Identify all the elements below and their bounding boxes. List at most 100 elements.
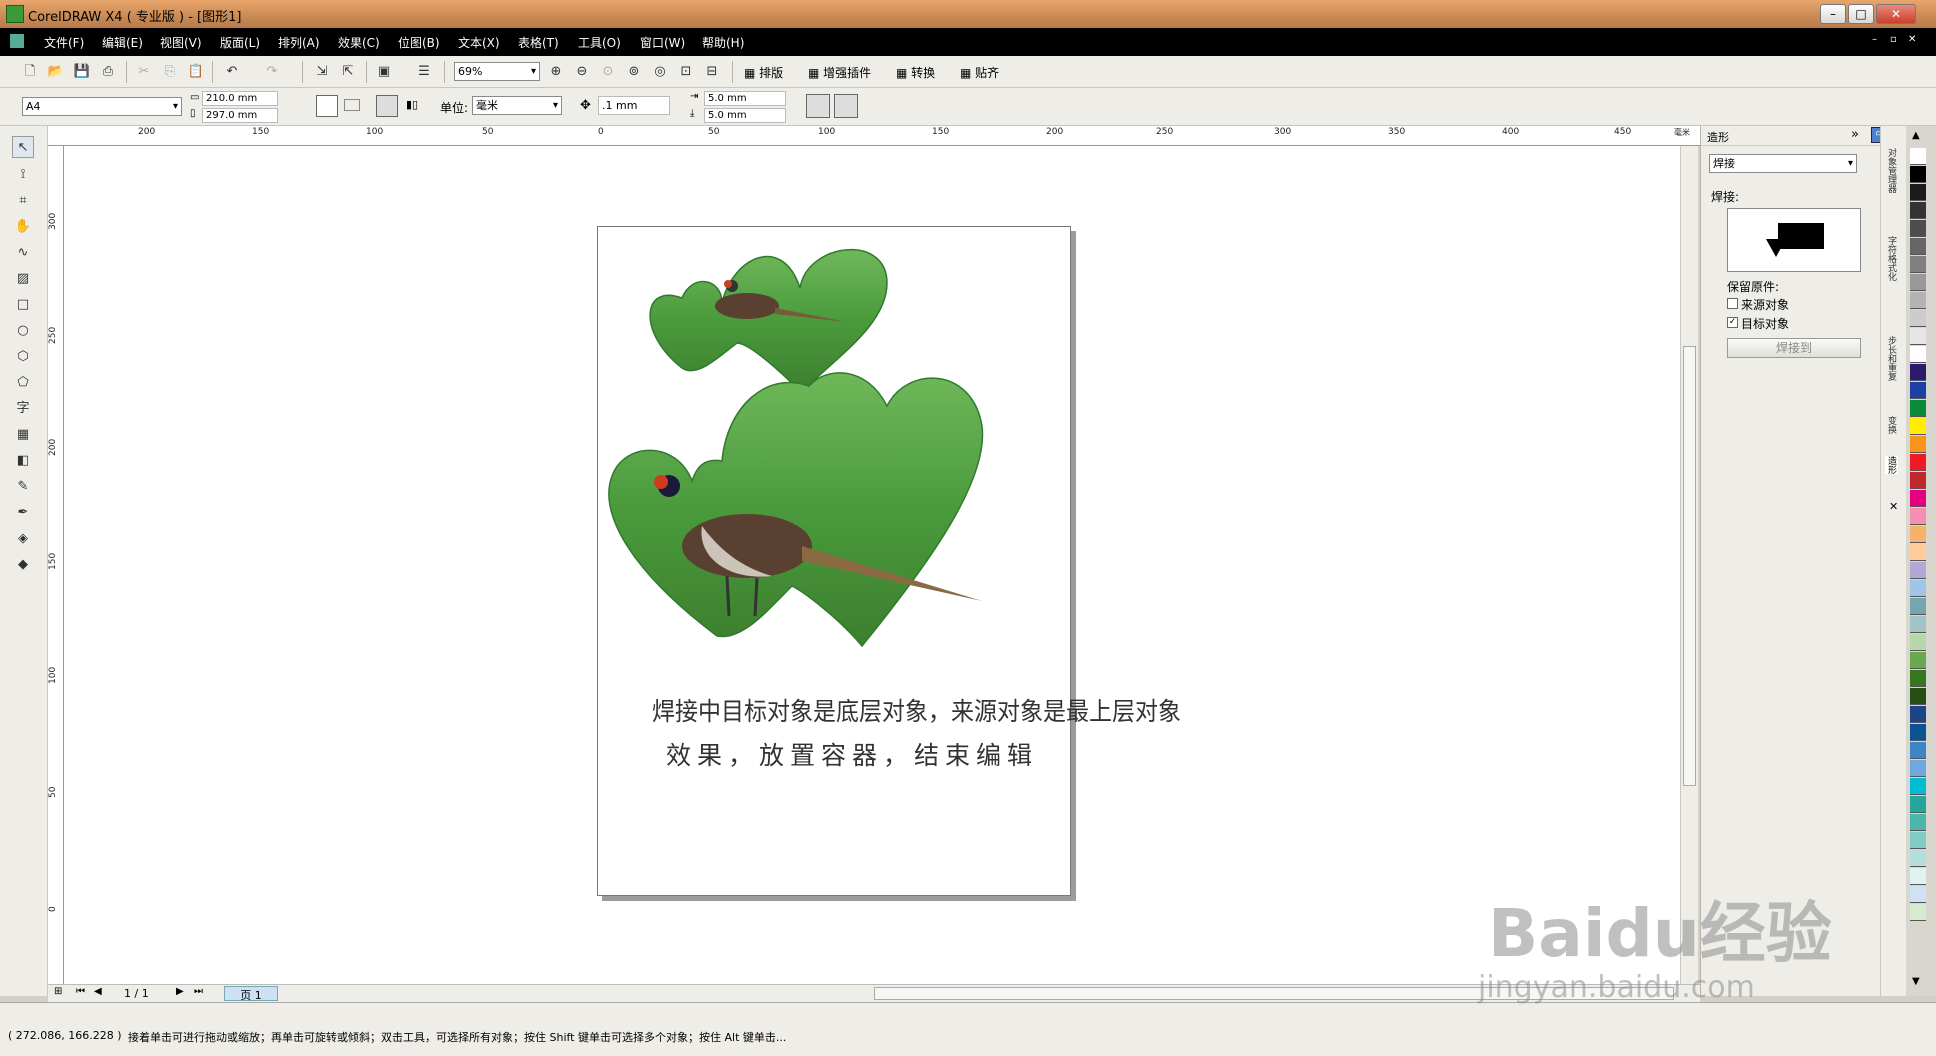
pick-tool-icon[interactable]: ↖ — [12, 136, 34, 158]
rectangle-tool-icon[interactable]: □ — [12, 294, 34, 316]
nudge-input[interactable]: .1 mm — [598, 96, 670, 115]
color-swatch[interactable] — [1910, 832, 1926, 849]
menu-text[interactable]: 文本(X) — [458, 34, 500, 51]
color-swatch[interactable] — [1910, 490, 1926, 507]
color-swatch[interactable] — [1910, 508, 1926, 525]
app-icon[interactable] — [6, 5, 24, 23]
menu-window[interactable]: 窗口(W) — [640, 34, 685, 51]
plugin-convert-button[interactable]: ▦ 转换 — [896, 64, 935, 81]
zoom-height-icon[interactable]: ⊟ — [702, 62, 722, 82]
color-swatch[interactable] — [1910, 202, 1926, 219]
small-heart-group[interactable] — [649, 249, 888, 395]
eyedropper-icon[interactable]: ✎ — [12, 476, 34, 498]
tab-shaping[interactable]: 造形 — [1885, 456, 1898, 474]
color-swatch[interactable] — [1910, 670, 1926, 687]
artwork[interactable] — [597, 226, 1071, 896]
zoom-all-icon[interactable]: ⊚ — [624, 62, 644, 82]
table-tool-icon[interactable]: ▦ — [12, 424, 34, 446]
menu-effects[interactable]: 效果(C) — [338, 34, 380, 51]
zoom-in-icon[interactable]: ⊕ — [546, 62, 566, 82]
new-icon[interactable]: 🗋 — [20, 62, 40, 82]
smart-fill-icon[interactable]: ▨ — [12, 268, 34, 290]
redo-icon[interactable]: ↷ — [262, 62, 282, 82]
color-swatch[interactable] — [1910, 328, 1926, 345]
undo-icon[interactable]: ↶ — [222, 62, 242, 82]
paper-size-select[interactable]: A4 — [22, 97, 182, 116]
color-swatch[interactable] — [1910, 760, 1926, 777]
minimize-button[interactable]: – — [1820, 4, 1846, 24]
horizontal-ruler[interactable]: 200 150 100 50 0 50 100 150 200 250 300 … — [48, 126, 1700, 146]
color-swatch[interactable] — [1910, 310, 1926, 327]
palette-scroll-down-icon[interactable]: ▼ — [1912, 976, 1920, 987]
app-launcher-icon[interactable]: ▣ — [374, 62, 394, 82]
menu-table[interactable]: 表格(T) — [518, 34, 559, 51]
menu-layout[interactable]: 版面(L) — [220, 34, 260, 51]
interactive-fill-icon[interactable]: ◆ — [12, 554, 34, 576]
fill-tool-icon[interactable]: ◈ — [12, 528, 34, 550]
weld-to-button[interactable]: 焊接到 — [1727, 338, 1861, 358]
menu-edit[interactable]: 编辑(E) — [102, 34, 143, 51]
docker-close-icon[interactable]: ✕ — [1889, 500, 1898, 513]
menu-help[interactable]: 帮助(H) — [702, 34, 744, 51]
menu-bitmaps[interactable]: 位图(B) — [398, 34, 440, 51]
color-swatch[interactable] — [1910, 724, 1926, 741]
doc-icon[interactable] — [10, 34, 24, 48]
width-input[interactable]: 210.0 mm — [202, 91, 278, 106]
plugin-layout-button[interactable]: ▦ 排版 — [744, 64, 783, 81]
palette-scroll-up-icon[interactable]: ▲ — [1912, 130, 1920, 141]
color-swatch[interactable] — [1910, 400, 1926, 417]
color-swatch[interactable] — [1910, 814, 1926, 831]
pan-tool-icon[interactable]: ✋ — [12, 216, 34, 238]
color-swatch[interactable] — [1910, 292, 1926, 309]
snap-to-objects-button[interactable] — [834, 94, 858, 118]
color-swatch[interactable] — [1910, 742, 1926, 759]
color-swatch[interactable] — [1910, 274, 1926, 291]
color-swatch[interactable] — [1910, 436, 1926, 453]
landscape-button[interactable] — [344, 99, 360, 111]
color-swatch[interactable] — [1910, 256, 1926, 273]
tab-transform[interactable]: 变换 — [1885, 416, 1898, 434]
save-icon[interactable]: 💾 — [72, 62, 92, 82]
shape-tool-icon[interactable]: ⟟ — [12, 164, 34, 186]
unit-select[interactable]: 毫米 — [472, 96, 562, 115]
tab-step-repeat[interactable]: 步长和重复 — [1885, 336, 1898, 381]
color-swatch[interactable] — [1910, 346, 1926, 363]
doc-minimize-icon[interactable]: – — [1872, 34, 1877, 45]
interactive-tool-icon[interactable]: ◧ — [12, 450, 34, 472]
freehand-tool-icon[interactable]: ∿ — [12, 242, 34, 264]
plugin-snap-button[interactable]: ▦ 贴齐 — [960, 64, 999, 81]
print-icon[interactable]: ⎙ — [98, 62, 118, 82]
caption-text[interactable]: 焊接中目标对象是底层对象，来源对象是最上层对象 效果，放置容器，结束编辑 — [652, 690, 1181, 778]
shaping-mode-select[interactable]: 焊接 — [1709, 154, 1857, 173]
color-swatch[interactable] — [1910, 886, 1926, 903]
color-swatch[interactable] — [1910, 562, 1926, 579]
color-swatch[interactable] — [1910, 778, 1926, 795]
color-swatch[interactable] — [1910, 184, 1926, 201]
doc-restore-icon[interactable]: ▫ — [1890, 34, 1897, 45]
zoom-out-icon[interactable]: ⊖ — [572, 62, 592, 82]
color-swatch[interactable] — [1910, 706, 1926, 723]
import-icon[interactable]: ⇲ — [312, 62, 332, 82]
first-page-icon[interactable]: ⏮ — [76, 986, 85, 997]
color-swatch[interactable] — [1910, 382, 1926, 399]
vertical-ruler[interactable]: 300 250 200 150 100 50 0 — [48, 146, 64, 986]
paste-icon[interactable]: 📋 — [186, 62, 206, 82]
all-pages-button[interactable] — [376, 95, 398, 117]
color-swatch[interactable] — [1910, 238, 1926, 255]
zoom-select[interactable]: 69% — [454, 62, 540, 81]
color-swatch[interactable] — [1910, 148, 1926, 165]
portrait-button[interactable] — [316, 95, 338, 117]
crop-tool-icon[interactable]: ⌗ — [12, 190, 34, 212]
treat-as-filled-button[interactable] — [806, 94, 830, 118]
scrollbar-thumb[interactable] — [1683, 346, 1696, 786]
menu-view[interactable]: 视图(V) — [160, 34, 202, 51]
color-swatch[interactable] — [1910, 616, 1926, 633]
zoom-page-icon[interactable]: ◎ — [650, 62, 670, 82]
basic-shapes-icon[interactable]: ⬠ — [12, 372, 34, 394]
color-swatch[interactable] — [1910, 904, 1926, 921]
duplicate-x-input[interactable]: 5.0 mm — [704, 91, 786, 106]
color-swatch[interactable] — [1910, 598, 1926, 615]
collapse-icon[interactable]: » — [1851, 127, 1859, 142]
target-object-checkbox[interactable]: ✓ — [1727, 317, 1738, 328]
plugin-enhance-button[interactable]: ▦ 增强插件 — [808, 64, 871, 81]
